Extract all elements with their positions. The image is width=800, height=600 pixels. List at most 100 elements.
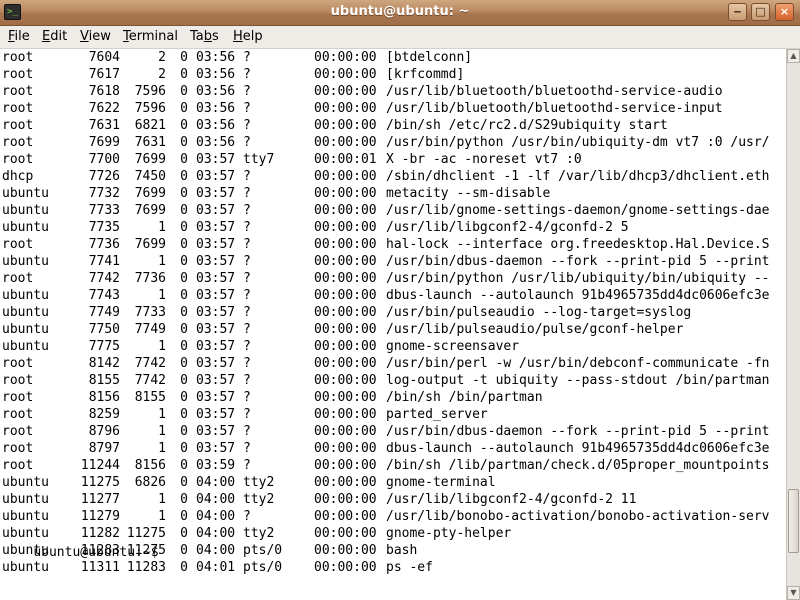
proc-start-time: 04:00 [196, 526, 236, 541]
proc-pid: 7736 [88, 237, 120, 252]
proc-ppid: 1 [158, 254, 166, 269]
menu-help[interactable]: Help [233, 29, 263, 45]
proc-ppid: 7742 [134, 356, 166, 371]
proc-tty: tty2 [243, 475, 275, 490]
proc-start-time: 03:57 [196, 441, 236, 456]
proc-cpu: 0 [180, 543, 188, 558]
proc-cpu: 0 [180, 526, 188, 541]
proc-tty: ? [243, 118, 251, 133]
proc-user: root [2, 356, 34, 371]
close-button[interactable]: × [775, 3, 794, 21]
proc-cpu: 0 [180, 50, 188, 65]
proc-cpu: 0 [180, 84, 188, 99]
proc-user: root [2, 458, 34, 473]
menu-tabs[interactable]: Tabs [190, 29, 219, 45]
proc-start-time: 03:57 [196, 220, 236, 235]
proc-user: ubuntu [2, 203, 49, 218]
proc-pid: 11275 [80, 475, 120, 490]
proc-start-time: 03:57 [196, 407, 236, 422]
menu-tabs-mnemonic: b [203, 29, 213, 44]
proc-command: /bin/sh /bin/partman [386, 390, 543, 405]
proc-pid: 7699 [88, 135, 120, 150]
menu-help-mnemonic: H [233, 29, 243, 44]
menu-view-mnemonic: V [80, 29, 89, 44]
minimize-button[interactable]: ‒ [728, 3, 747, 21]
proc-command: metacity --sm-disable [386, 186, 551, 201]
proc-ppid: 7596 [134, 84, 166, 99]
proc-cpu-time: 00:00:00 [314, 271, 377, 286]
proc-cpu: 0 [180, 169, 188, 184]
proc-command: /usr/bin/python /usr/bin/ubiquity-dm vt7… [386, 135, 770, 150]
proc-user: root [2, 118, 34, 133]
menu-file[interactable]: File [8, 29, 30, 45]
proc-cpu: 0 [180, 135, 188, 150]
proc-tty: ? [243, 254, 251, 269]
proc-user: ubuntu [2, 186, 49, 201]
proc-user: root [2, 424, 34, 439]
menu-bar: File Edit View Terminal Tabs Help [0, 26, 800, 49]
proc-start-time: 03:57 [196, 203, 236, 218]
proc-cpu-time: 00:00:00 [314, 237, 377, 252]
proc-cpu-time: 00:00:00 [314, 50, 377, 65]
scroll-up-arrow-icon[interactable]: ▲ [787, 49, 800, 63]
title-bar[interactable]: >_ ubuntu@ubuntu: ~ ‒ □ × [0, 0, 800, 26]
proc-pid: 11311 [80, 560, 120, 575]
proc-start-time: 03:59 [196, 458, 236, 473]
shell-prompt[interactable]: ubuntu@ubuntu:~$ [2, 527, 169, 560]
proc-user: root [2, 50, 34, 65]
proc-user: ubuntu [2, 254, 49, 269]
menu-help-label: elp [242, 29, 263, 44]
proc-user: ubuntu [2, 509, 49, 524]
proc-cpu: 0 [180, 509, 188, 524]
proc-ppid: 2 [158, 50, 166, 65]
proc-cpu: 0 [180, 407, 188, 422]
proc-start-time: 03:57 [196, 152, 236, 167]
proc-command: /usr/bin/dbus-daemon --fork --print-pid … [386, 254, 770, 269]
proc-cpu-time: 00:00:00 [314, 424, 377, 439]
proc-pid: 11279 [80, 509, 120, 524]
proc-cpu: 0 [180, 67, 188, 82]
proc-user: root [2, 101, 34, 116]
proc-ppid: 7699 [134, 186, 166, 201]
proc-tty: ? [243, 237, 251, 252]
proc-cpu: 0 [180, 152, 188, 167]
scroll-down-arrow-icon[interactable]: ▼ [787, 586, 800, 600]
vertical-scrollbar[interactable]: ▲ ▼ [786, 49, 800, 600]
proc-ppid: 7733 [134, 305, 166, 320]
proc-cpu: 0 [180, 373, 188, 388]
menu-edit[interactable]: Edit [42, 29, 67, 45]
proc-pid: 7733 [88, 203, 120, 218]
proc-start-time: 03:57 [196, 254, 236, 269]
proc-pid: 8796 [88, 424, 120, 439]
proc-tty: ? [243, 101, 251, 116]
menu-view[interactable]: View [80, 29, 111, 45]
proc-command: [btdelconn] [386, 50, 473, 65]
proc-cpu-time: 00:00:00 [314, 101, 377, 116]
proc-cpu: 0 [180, 475, 188, 490]
menu-terminal[interactable]: Terminal [123, 29, 178, 45]
proc-start-time: 03:57 [196, 373, 236, 388]
proc-start-time: 03:56 [196, 50, 236, 65]
scrollbar-thumb[interactable] [788, 489, 799, 553]
proc-command: /usr/bin/python /usr/lib/ubiquity/bin/ub… [386, 271, 770, 286]
proc-pid: 11244 [80, 458, 120, 473]
proc-start-time: 04:01 [196, 560, 236, 575]
proc-start-time: 04:00 [196, 509, 236, 524]
proc-command: /bin/sh /lib/partman/check.d/05proper_mo… [386, 458, 770, 473]
proc-pid: 7749 [88, 305, 120, 320]
proc-start-time: 03:57 [196, 424, 236, 439]
proc-pid: 8156 [88, 390, 120, 405]
proc-ppid: 6826 [134, 475, 166, 490]
proc-start-time: 03:57 [196, 305, 236, 320]
proc-cpu-time: 00:00:00 [314, 322, 377, 337]
proc-tty: pts/0 [243, 543, 283, 558]
proc-user: root [2, 67, 34, 82]
proc-ppid: 7631 [134, 135, 166, 150]
proc-cpu: 0 [180, 305, 188, 320]
proc-tty: ? [243, 305, 251, 320]
maximize-button[interactable]: □ [751, 3, 770, 21]
proc-cpu-time: 00:00:00 [314, 186, 377, 201]
terminal-output[interactable]: root 7604 2 0 03:56? 00:00:00 [btdelconn] root 7… [0, 49, 786, 600]
proc-pid: 7732 [88, 186, 120, 201]
proc-pid: 7743 [88, 288, 120, 303]
